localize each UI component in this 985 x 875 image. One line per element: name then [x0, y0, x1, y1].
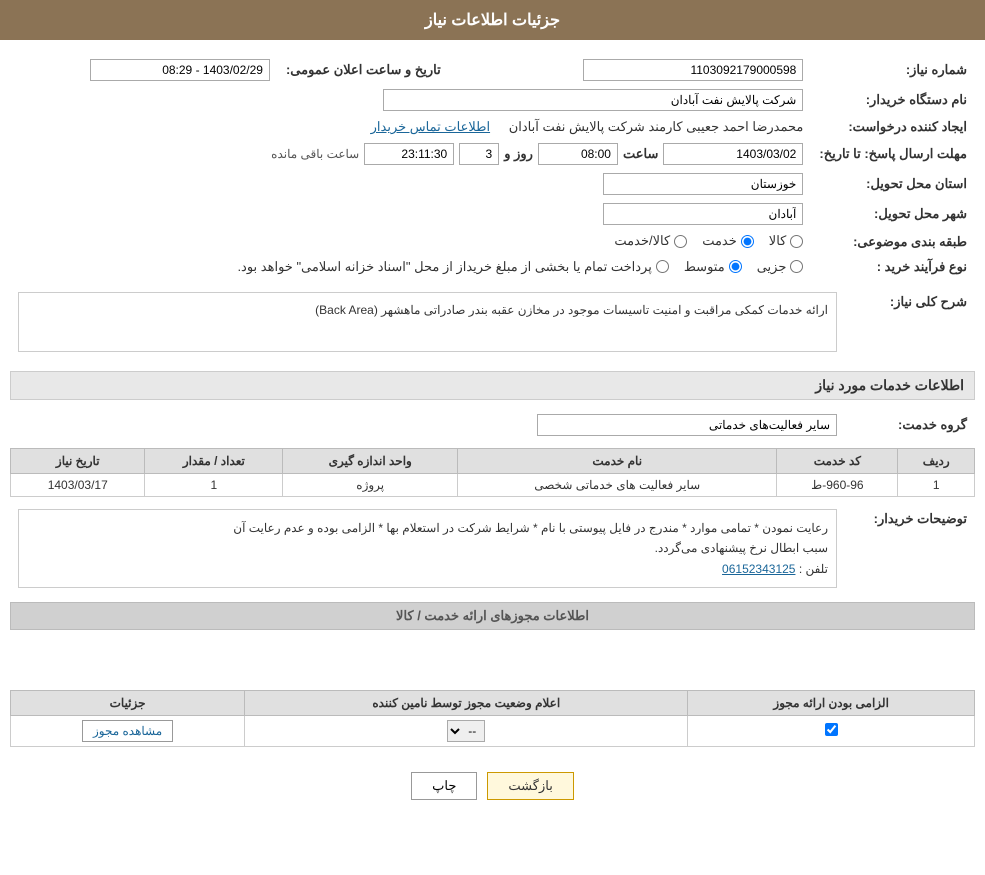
need-desc-table: شرح کلی نیاز: ارائه خدمات کمکی مراقبت و …	[10, 288, 975, 361]
main-info-table: شماره نیاز: تاریخ و ساعت اعلان عمومی: نا…	[10, 55, 975, 280]
buyer-station-label: نام دستگاه خریدار:	[811, 85, 975, 115]
purchase-label-full: پرداخت تمام یا بخشی از مبلغ خریداز از مح…	[237, 259, 651, 275]
need-desc-box: ارائه خدمات کمکی مراقبت و امنیت تاسیسات …	[18, 292, 837, 352]
purchase-type-jozi[interactable]: جزیی	[757, 259, 804, 275]
buyer-notes-table: توضیحات خریدار: رعایت نمودن * تمامی موار…	[10, 505, 975, 592]
cell-name: سایر فعالیت های خدماتی شخصی	[458, 474, 777, 497]
buyer-notes-phone: تلفن : 06152343125	[27, 559, 828, 579]
permit-required-cell	[688, 716, 975, 747]
permit-col-required: الزامی بودن ارائه مجوز	[688, 691, 975, 716]
deadline-label: مهلت ارسال پاسخ: تا تاریخ:	[811, 139, 975, 169]
col-header-code: کد خدمت	[777, 449, 898, 474]
col-header-name: نام خدمت	[458, 449, 777, 474]
permit-table: الزامی بودن ارائه مجوز اعلام وضعیت مجوز …	[10, 690, 975, 747]
service-group-table: گروه خدمت:	[10, 410, 975, 440]
spacer	[10, 640, 975, 690]
permit-col-details: جزئیات	[11, 691, 245, 716]
col-header-unit: واحد اندازه گیری	[283, 449, 458, 474]
permit-required-checkbox[interactable]	[825, 723, 838, 736]
province-input	[603, 173, 803, 195]
deadline-days-label: روز و	[504, 146, 533, 162]
cell-unit: پروژه	[283, 474, 458, 497]
category-radio-both[interactable]	[674, 235, 687, 248]
deadline-date-input	[663, 143, 803, 165]
page-title: جزئیات اطلاعات نیاز	[425, 12, 560, 29]
permit-status-select[interactable]: --	[447, 720, 485, 742]
purchase-radio-motovaset[interactable]	[729, 260, 742, 273]
category-label: طبقه بندی موضوعی:	[811, 229, 975, 255]
col-header-qty: تعداد / مقدار	[145, 449, 283, 474]
print-button[interactable]: چاپ	[411, 772, 477, 800]
purchase-type-label: نوع فرآیند خرید :	[811, 255, 975, 281]
footer-buttons: بازگشت چاپ	[10, 757, 975, 815]
need-desc-label: شرح کلی نیاز:	[845, 288, 975, 361]
service-group-input	[537, 414, 837, 436]
permit-section-title: اطلاعات مجوزهای ارائه خدمت / کالا	[10, 602, 975, 630]
category-radio-group: کالا خدمت کالا/خدمت	[614, 233, 803, 249]
purchase-radio-jozi[interactable]	[790, 260, 803, 273]
need-desc-text: ارائه خدمات کمکی مراقبت و امنیت تاسیسات …	[315, 303, 828, 317]
page-header: جزئیات اطلاعات نیاز	[0, 0, 985, 40]
deadline-time-label: ساعت	[623, 146, 658, 162]
category-radio-khedmat[interactable]	[741, 235, 754, 248]
deadline-time-input	[538, 143, 618, 165]
category-radio-kala[interactable]	[790, 235, 803, 248]
cell-date: 1403/03/17	[11, 474, 145, 497]
buyer-notes-box: رعایت نمودن * تمامی موارد * مندرج در فای…	[18, 509, 837, 588]
services-table: ردیف کد خدمت نام خدمت واحد اندازه گیری ت…	[10, 448, 975, 497]
purchase-type-full[interactable]: پرداخت تمام یا بخشی از مبلغ خریداز از مح…	[237, 259, 668, 275]
purchase-type-radio-group: جزیی متوسط پرداخت تمام یا بخشی از مبلغ خ…	[237, 259, 803, 275]
service-group-label: گروه خدمت:	[845, 410, 975, 440]
phone-value: 06152343125	[722, 562, 795, 576]
cell-code: 960-96-ط	[777, 474, 898, 497]
cell-row: 1	[898, 474, 975, 497]
category-label-khedmat: خدمت	[702, 233, 737, 249]
need-number-label: شماره نیاز:	[811, 55, 975, 85]
category-option-both[interactable]: کالا/خدمت	[614, 233, 687, 249]
purchase-radio-full[interactable]	[656, 260, 669, 273]
permit-details-cell: مشاهده مجوز	[11, 716, 245, 747]
back-button[interactable]: بازگشت	[487, 772, 573, 800]
service-info-title: اطلاعات خدمات مورد نیاز	[10, 371, 975, 400]
creator-value: محمدرضا احمد جعیبی کارمند شرکت پالایش نف…	[509, 119, 804, 134]
col-header-row: ردیف	[898, 449, 975, 474]
deadline-remaining-input	[364, 143, 454, 165]
creator-contact-link[interactable]: اطلاعات تماس خریدار	[371, 119, 490, 134]
creator-label: ایجاد کننده درخواست:	[811, 115, 975, 139]
permit-col-status: اعلام وضعیت مجوز توسط نامین کننده	[245, 691, 688, 716]
category-label-both: کالا/خدمت	[614, 233, 670, 249]
deadline-days-input	[459, 143, 499, 165]
deadline-remaining-label: ساعت باقی مانده	[271, 147, 359, 161]
category-label-kala: کالا	[769, 233, 787, 249]
col-header-date: تاریخ نیاز	[11, 449, 145, 474]
category-option-kala[interactable]: کالا	[769, 233, 804, 249]
announce-label: تاریخ و ساعت اعلان عمومی:	[278, 55, 449, 85]
buyer-notes-text1: رعایت نمودن * تمامی موارد * مندرج در فای…	[27, 518, 828, 538]
table-row: 1 960-96-ط سایر فعالیت های خدماتی شخصی پ…	[11, 474, 975, 497]
permit-status-cell: --	[245, 716, 688, 747]
buyer-notes-label: توضیحات خریدار:	[845, 505, 975, 592]
list-item: -- مشاهده مجوز	[11, 716, 975, 747]
view-permit-button[interactable]: مشاهده مجوز	[82, 720, 173, 742]
city-input	[603, 203, 803, 225]
buyer-notes-text2: سبب ابطال نرخ پیشنهادی می‌گردد.	[27, 538, 828, 558]
province-label: استان محل تحویل:	[811, 169, 975, 199]
need-number-input	[583, 59, 803, 81]
announce-input	[90, 59, 270, 81]
purchase-label-motovaset: متوسط	[684, 259, 725, 275]
purchase-type-motovaset[interactable]: متوسط	[684, 259, 742, 275]
phone-label: تلفن :	[799, 562, 828, 576]
purchase-label-jozi: جزیی	[757, 259, 787, 275]
city-label: شهر محل تحویل:	[811, 199, 975, 229]
buyer-station-input	[383, 89, 803, 111]
cell-qty: 1	[145, 474, 283, 497]
category-option-khedmat[interactable]: خدمت	[702, 233, 754, 249]
